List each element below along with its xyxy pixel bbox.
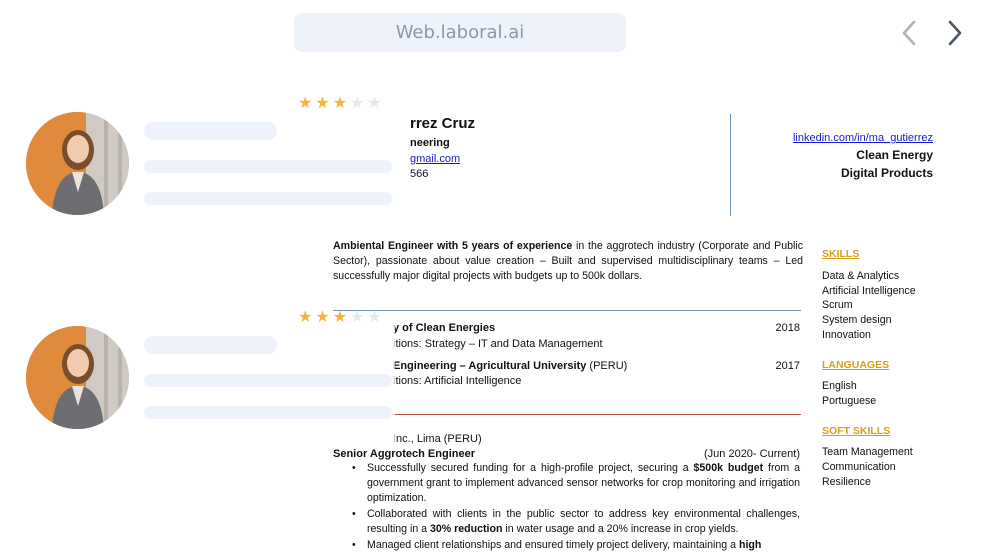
list-item: • Successfully secured funding for a high… <box>352 462 800 504</box>
star-icon: ★ <box>367 309 382 326</box>
skill-item: Innovation <box>822 329 871 341</box>
education-1-title: y of Clean Energies <box>393 322 496 334</box>
url-bar[interactable]: Web.laboral.ai <box>294 13 626 52</box>
star-icon: ★ <box>367 95 382 112</box>
rating-stars: ★ ★ ★ ★ ★ <box>298 96 382 112</box>
list-item: • Collaborated with clients in the public… <box>352 508 800 535</box>
skill-item: Data & Analytics <box>822 270 900 282</box>
soft-skills-title: SOFT SKILLS <box>822 425 891 437</box>
soft-skill-item: Communication <box>822 461 896 473</box>
star-icon: ★ <box>350 309 365 326</box>
job-role: Senior Aggrotech Engineer <box>333 448 476 460</box>
candidate-name-placeholder <box>144 336 277 354</box>
language-item: Portuguese <box>822 395 877 407</box>
education-1-detail: itions: Strategy – IT and Data Managemen… <box>393 338 603 350</box>
avatar <box>26 112 129 215</box>
resume-summary: Ambiental Engineer with 5 years of exper… <box>333 240 804 282</box>
resume-document: rrez Cruz neering gmail.com 566 linkedin… <box>330 108 950 552</box>
chevron-right-icon[interactable] <box>942 20 968 46</box>
skill-item: Scrum <box>822 299 853 311</box>
star-icon: ★ <box>315 95 330 112</box>
focus-clean-energy: Clean Energy <box>856 148 933 162</box>
candidate-detail-placeholder <box>144 160 392 173</box>
resume-phone: 566 <box>410 168 429 180</box>
url-text: Web.laboral.ai <box>395 22 525 43</box>
job-bullets: • Successfully secured funding for a high… <box>350 461 800 554</box>
candidate-name-placeholder <box>144 122 277 140</box>
star-icon: ★ <box>350 95 365 112</box>
star-icon: ★ <box>332 309 348 326</box>
resume-field: neering <box>410 137 450 149</box>
linkedin-link[interactable]: linkedin.com/in/ma_gutierrez <box>793 131 933 146</box>
education-2-year: 2017 <box>775 360 800 372</box>
candidate-detail-placeholder <box>144 406 392 419</box>
candidate-card[interactable]: ★ ★ ★ ★ ★ <box>0 96 400 216</box>
focus-digital-products: Digital Products <box>840 166 933 180</box>
education-2-title: Engineering – Agricultural University (P… <box>393 360 628 372</box>
languages-title: LANGUAGES <box>822 359 890 371</box>
rating-stars: ★ ★ ★ ★ ★ <box>298 310 382 326</box>
soft-skill-item: Resilience <box>822 476 871 488</box>
candidate-card[interactable]: ★ ★ ★ ★ ★ <box>0 310 400 430</box>
skill-item: System design <box>822 314 892 326</box>
experience-divider <box>333 414 801 415</box>
language-item: English <box>822 380 857 392</box>
list-item: • Managed client relationships and ensure… <box>352 539 762 551</box>
star-icon: ★ <box>315 309 330 326</box>
chevron-left-icon[interactable] <box>896 20 922 46</box>
education-divider <box>333 310 801 311</box>
job-dates: (Jun 2020- Current) <box>704 448 800 460</box>
soft-skill-item: Team Management <box>822 446 913 458</box>
star-icon: ★ <box>298 95 313 112</box>
header-divider <box>730 114 731 216</box>
star-icon: ★ <box>332 95 348 112</box>
resume-email[interactable]: gmail.com <box>410 152 460 167</box>
skills-title: SKILLS <box>822 248 860 260</box>
candidate-detail-placeholder <box>144 374 392 387</box>
education-1-year: 2018 <box>775 322 800 334</box>
candidate-detail-placeholder <box>144 192 392 205</box>
skill-item: Artificial Intelligence <box>822 285 916 297</box>
resume-name: rrez Cruz <box>410 115 476 132</box>
star-icon: ★ <box>298 309 313 326</box>
avatar <box>26 326 129 429</box>
company: Inc., Lima (PERU) <box>393 433 482 445</box>
education-2-detail: itions: Artificial Intelligence <box>393 375 522 387</box>
